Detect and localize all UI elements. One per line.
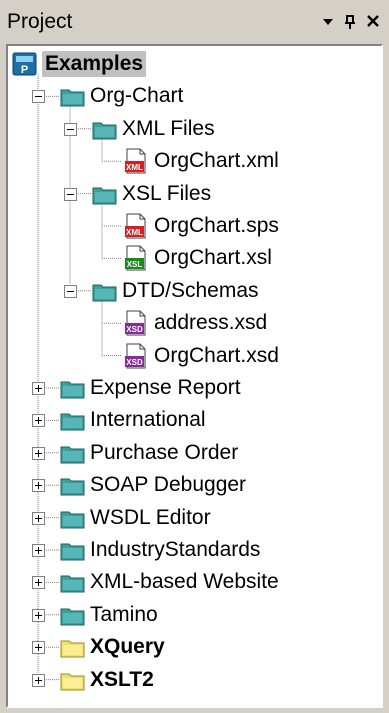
tree-item-purchase-order[interactable]: Purchase Order — [8, 437, 378, 469]
tree-item-examples[interactable]: P Examples — [8, 48, 378, 80]
tree-item-label: XSL Files — [122, 181, 212, 205]
collapse-icon[interactable] — [64, 187, 77, 201]
tree-item-label: OrgChart.xml — [154, 149, 279, 173]
svg-text:XML: XML — [126, 163, 143, 172]
expand-icon[interactable] — [32, 511, 45, 525]
folder-icon — [60, 377, 86, 404]
folder-icon — [60, 442, 86, 469]
xml-file-icon: XML — [124, 213, 150, 244]
tree-item-soap-debugger[interactable]: SOAP Debugger — [8, 469, 378, 501]
xml-file-icon: XML — [124, 148, 150, 179]
folder-icon — [60, 409, 86, 436]
project-icon: P — [12, 51, 38, 82]
tree-item-label: XML Files — [122, 116, 215, 140]
tree-item-label: SOAP Debugger — [90, 473, 247, 497]
panel-titlebar: Project — [0, 0, 389, 44]
tree-item-file[interactable]: XML OrgChart.xml — [8, 145, 378, 177]
tree-item-label: OrgChart.xsl — [154, 246, 272, 270]
svg-text:P: P — [21, 64, 28, 76]
folder-icon — [60, 539, 86, 566]
tree-item-xml-based-website[interactable]: XML-based Website — [8, 566, 378, 598]
folder-icon — [60, 604, 86, 631]
collapse-icon[interactable] — [64, 122, 77, 136]
tree-item-file[interactable]: XSD OrgChart.xsd — [8, 340, 378, 372]
dropdown-arrow-icon[interactable] — [318, 8, 338, 34]
folder-icon — [92, 183, 118, 210]
tree-item-tamino[interactable]: Tamino — [8, 599, 378, 631]
tree-item-xquery[interactable]: XQuery — [8, 631, 378, 663]
folder-icon — [60, 636, 86, 663]
tree-item-xsl-files[interactable]: XSL Files — [8, 178, 378, 210]
expand-icon[interactable] — [32, 576, 45, 590]
tree-item-label: Org-Chart — [90, 84, 184, 108]
tree-item-label: Purchase Order — [90, 440, 239, 464]
tree-item-label: XQuery — [90, 635, 165, 659]
tree-item-label: Examples — [42, 51, 147, 77]
folder-icon — [60, 571, 86, 598]
tree-item-international[interactable]: International — [8, 404, 378, 436]
xsd-file-icon: XSD — [124, 343, 150, 374]
pin-icon[interactable] — [340, 8, 360, 34]
svg-text:XSD: XSD — [126, 325, 143, 334]
project-panel: Project P Examples Org-Chart XML Files XML Or… — [0, 0, 389, 713]
tree-item-wsdl-editor[interactable]: WSDL Editor — [8, 502, 378, 534]
tree-item-label: OrgChart.sps — [154, 214, 279, 237]
expand-icon[interactable] — [32, 641, 45, 655]
expand-icon[interactable] — [32, 608, 45, 622]
folder-icon — [60, 507, 86, 534]
tree-item-file[interactable]: XSL OrgChart.xsl — [8, 242, 378, 274]
expand-icon[interactable] — [32, 479, 45, 493]
tree-item-label: DTD/Schemas — [122, 278, 259, 302]
tree-item-file[interactable]: XSD address.xsd — [8, 307, 378, 339]
svg-text:XSD: XSD — [126, 358, 143, 367]
folder-icon — [60, 669, 86, 696]
tree-item-label: XML-based Website — [90, 570, 279, 594]
tree-item-file[interactable]: XML OrgChart.sps — [8, 210, 378, 242]
panel-title: Project — [7, 10, 73, 33]
tree-item-label: address.xsd — [154, 311, 268, 335]
tree-item-label: Tamino — [90, 602, 158, 626]
tree-item-expense-report[interactable]: Expense Report — [8, 372, 378, 404]
tree-item-label: OrgChart.xsd — [154, 343, 279, 367]
tree-item-xslt2[interactable]: XSLT2 — [8, 664, 378, 696]
expand-icon[interactable] — [32, 544, 45, 557]
xsd-file-icon: XSD — [124, 310, 150, 341]
tree-item-label: Expense Report — [90, 376, 241, 399]
tree-item-dtd-schemas[interactable]: DTD/Schemas — [8, 275, 378, 307]
expand-icon[interactable] — [32, 382, 45, 395]
tree-item-label: WSDL Editor — [90, 505, 211, 529]
folder-icon — [60, 474, 86, 501]
svg-text:XSL: XSL — [127, 260, 143, 269]
folder-icon — [60, 85, 86, 112]
svg-text:XML: XML — [126, 228, 143, 237]
tree-item-label: IndustryStandards — [90, 538, 261, 561]
tree-item-label: International — [90, 408, 206, 432]
collapse-icon[interactable] — [64, 284, 77, 298]
folder-icon — [92, 280, 118, 307]
folder-icon — [92, 118, 118, 145]
expand-icon[interactable] — [32, 673, 45, 687]
tree-item-xml-files[interactable]: XML Files — [8, 113, 378, 145]
tree-item-industrystandards[interactable]: IndustryStandards — [8, 534, 378, 566]
expand-icon[interactable] — [32, 414, 45, 428]
expand-icon[interactable] — [32, 446, 45, 460]
close-icon[interactable] — [362, 8, 384, 34]
tree-item-label: XSLT2 — [90, 667, 154, 691]
tree-item-org-chart[interactable]: Org-Chart — [8, 80, 378, 112]
project-tree[interactable]: P Examples Org-Chart XML Files XML OrgChart.x… — [6, 44, 383, 708]
collapse-icon[interactable] — [32, 90, 45, 104]
xsl-file-icon: XSL — [124, 245, 150, 276]
